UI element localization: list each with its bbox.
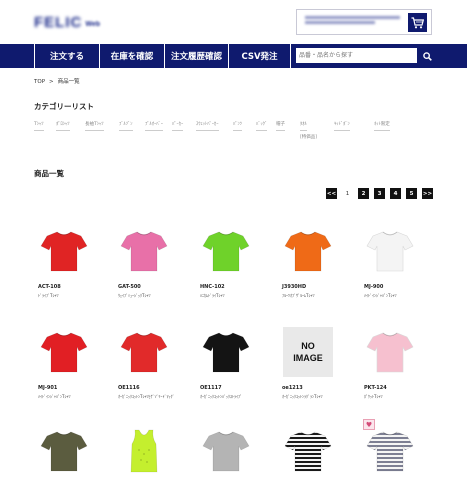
category-item[interactable]: Tｼｬﾂ [34, 121, 44, 131]
product-image[interactable] [114, 226, 174, 276]
product-card[interactable]: MJ-901 ﾒｲﾄﾞｲﾝｼﾞｬﾊﾟﾝTｼｬﾂ [34, 327, 94, 399]
category-item[interactable]: ﾎﾟﾛｼｬﾂ [56, 121, 70, 131]
product-code[interactable]: MJ-901 [38, 385, 57, 391]
product-card[interactable] [34, 426, 94, 476]
product-name: ﾊﾆｶﾑﾄﾞﾗｲTｼｬﾂ [200, 293, 225, 298]
search-input[interactable] [296, 48, 417, 63]
search-button[interactable] [419, 48, 435, 64]
product-code[interactable]: ACT-108 [38, 284, 61, 290]
search-icon [422, 51, 432, 61]
category-item[interactable]: ﾊﾟｰｶｰ [172, 121, 184, 131]
product-code[interactable]: OE1116 [118, 385, 140, 391]
category-sub-item[interactable]: [特価品] [300, 134, 317, 140]
product-code[interactable]: PKT-124 [364, 385, 387, 391]
product-card[interactable]: MJ-900 ﾒｲﾄﾞｲﾝｼﾞｬﾊﾟﾝTｼｬﾂ [360, 226, 420, 298]
product-image[interactable] [34, 327, 94, 377]
category-item[interactable]: ﾊﾟﾝﾂ [233, 121, 242, 131]
product-name: ｵｰｶﾞﾆｯｸｺｯﾄﾝﾊﾞｯｸｽﾄﾗｲﾌﾟ [200, 394, 242, 399]
pagination-next[interactable]: >> [422, 188, 433, 199]
category-item[interactable]: 長袖Tｼｬﾂ [85, 121, 104, 131]
product-code[interactable]: J3930HD [282, 284, 306, 290]
pagination-page[interactable]: 2 [358, 188, 369, 199]
product-name: ﾒｲﾄﾞｲﾝｼﾞｬﾊﾟﾝTｼｬﾂ [364, 293, 397, 298]
nav-order[interactable]: 注文する [34, 44, 100, 68]
breadcrumb-current: 商品一覧 [57, 79, 80, 85]
product-image[interactable] [34, 426, 94, 476]
product-image[interactable] [196, 327, 256, 377]
product-name: ｳｪｲﾌﾞﾐｭｰｼﾞｯｸTｼｬﾂ [118, 293, 151, 298]
product-code[interactable]: OE1117 [200, 385, 222, 391]
cart-button[interactable] [408, 13, 427, 32]
product-image[interactable] [360, 327, 420, 377]
nav-csv-order[interactable]: CSV発注 [229, 44, 291, 68]
product-image[interactable] [360, 226, 420, 276]
no-image-text: IMAGE [293, 353, 323, 363]
product-card[interactable]: OE1116 ｵｰｶﾞﾆｯｸｺｯﾄﾝTｼｬﾂﾋｹﾞｿﾞﾘｰﾄﾞﾏｯｸﾞ [114, 327, 174, 399]
category-item[interactable]: ｽｳｪｯﾄﾊﾟｰｶｰ [196, 121, 219, 131]
breadcrumb: TOP > 商品一覧 [34, 77, 84, 85]
product-image[interactable] [196, 426, 256, 476]
shopping-cart-icon [411, 16, 424, 28]
favorite-heart-icon[interactable]: ♥ [363, 419, 375, 430]
product-card[interactable]: OE1117 ｵｰｶﾞﾆｯｸｺｯﾄﾝﾊﾞｯｸｽﾄﾗｲﾌﾟ [196, 327, 256, 399]
product-name: ﾄﾞﾗｲﾌﾞTｼｬﾂ [38, 293, 59, 298]
product-card[interactable]: ♥ [360, 419, 420, 476]
pagination: << 1 2 3 4 5 >> [326, 188, 436, 199]
breadcrumb-top[interactable]: TOP [34, 79, 45, 85]
pagination-page[interactable]: 4 [390, 188, 401, 199]
product-code[interactable]: HNC-102 [200, 284, 225, 290]
logo-main: FELIC [34, 13, 83, 31]
pagination-prev[interactable]: << [326, 188, 337, 199]
product-card[interactable] [278, 426, 338, 476]
product-card[interactable]: NO IMAGE oe1213 ｵｰｶﾞﾆｯｸｺｯﾄﾝﾗｸﾞﾗﾝTｼｬﾂ [278, 327, 338, 399]
product-card[interactable]: PKT-124 ﾎﾟｹｯﾄTｼｬﾂ [360, 327, 420, 399]
category-list-title: カテゴリーリスト [34, 102, 94, 111]
account-info-blurred [305, 16, 405, 27]
product-image[interactable] [196, 226, 256, 276]
account-cart-box [296, 9, 432, 35]
category-item[interactable]: ﾌﾟﾙｵｰﾊﾞｰ [145, 121, 163, 131]
product-list-title: 商品一覧 [34, 169, 64, 178]
product-card[interactable]: GAT-500 ｳｪｲﾌﾞﾐｭｰｼﾞｯｸTｼｬﾂ [114, 226, 174, 298]
product-card[interactable] [196, 426, 256, 476]
main-nav: 注文する 在庫を確認 注文履歴確認 CSV発注 [0, 44, 467, 68]
product-card[interactable]: ACT-108 ﾄﾞﾗｲﾌﾞTｼｬﾂ [34, 226, 94, 298]
no-image-placeholder[interactable]: NO IMAGE [278, 327, 338, 377]
pagination-page[interactable]: 3 [374, 188, 385, 199]
site-header: FELIC Web [0, 0, 467, 44]
product-name: ｵｰｶﾞﾆｯｸｺｯﾄﾝTｼｬﾂﾋｹﾞｿﾞﾘｰﾄﾞﾏｯｸﾞ [118, 394, 175, 399]
pagination-page-current: 1 [342, 188, 353, 199]
category-item[interactable]: 帽子 [276, 121, 285, 131]
product-image[interactable] [114, 426, 174, 476]
nav-order-history[interactable]: 注文履歴確認 [165, 44, 229, 68]
site-logo[interactable]: FELIC Web [34, 13, 100, 31]
no-image-text: NO [301, 341, 315, 351]
category-item[interactable]: ｷｯﾄﾞﾎﾞﾝ [334, 121, 350, 131]
product-name: ﾎﾟｹｯﾄTｼｬﾂ [364, 394, 383, 399]
product-image[interactable] [114, 327, 174, 377]
product-image[interactable] [278, 226, 338, 276]
product-code[interactable]: MJ-900 [364, 284, 383, 290]
category-item[interactable]: ﾌﾞﾙｿﾞﾝ [119, 121, 133, 131]
category-list: Tｼｬﾂ ﾎﾟﾛｼｬﾂ 長袖Tｼｬﾂ ﾌﾞﾙｿﾞﾝ ﾌﾟﾙｵｰﾊﾞｰ ﾊﾟｰｶｰ… [34, 121, 434, 143]
product-card[interactable] [114, 426, 174, 476]
logo-sub: Web [85, 20, 100, 28]
nav-stock[interactable]: 在庫を確認 [100, 44, 165, 68]
product-image[interactable] [360, 426, 420, 476]
product-name: ﾌﾙｰﾂｵﾌﾞｻﾞﾙｰﾑTｼｬﾂ [282, 293, 315, 298]
product-card[interactable]: J3930HD ﾌﾙｰﾂｵﾌﾞｻﾞﾙｰﾑTｼｬﾂ [278, 226, 338, 298]
pagination-page[interactable]: 5 [406, 188, 417, 199]
product-code[interactable]: GAT-500 [118, 284, 141, 290]
product-name: ｵｰｶﾞﾆｯｸｺｯﾄﾝﾗｸﾞﾗﾝTｼｬﾂ [282, 394, 323, 399]
product-name: ﾒｲﾄﾞｲﾝｼﾞｬﾊﾟﾝTｼｬﾂ [38, 394, 71, 399]
product-code[interactable]: oe1213 [282, 385, 303, 391]
category-item[interactable]: ﾊﾞｯｸﾞ [256, 121, 268, 131]
category-item[interactable]: ﾀｵﾙ [300, 121, 307, 131]
product-image[interactable] [34, 226, 94, 276]
category-item[interactable]: ﾈｯﾄ限定 [374, 121, 390, 131]
product-image[interactable] [278, 426, 338, 476]
breadcrumb-separator: > [49, 79, 54, 85]
product-card[interactable]: HNC-102 ﾊﾆｶﾑﾄﾞﾗｲTｼｬﾂ [196, 226, 256, 298]
